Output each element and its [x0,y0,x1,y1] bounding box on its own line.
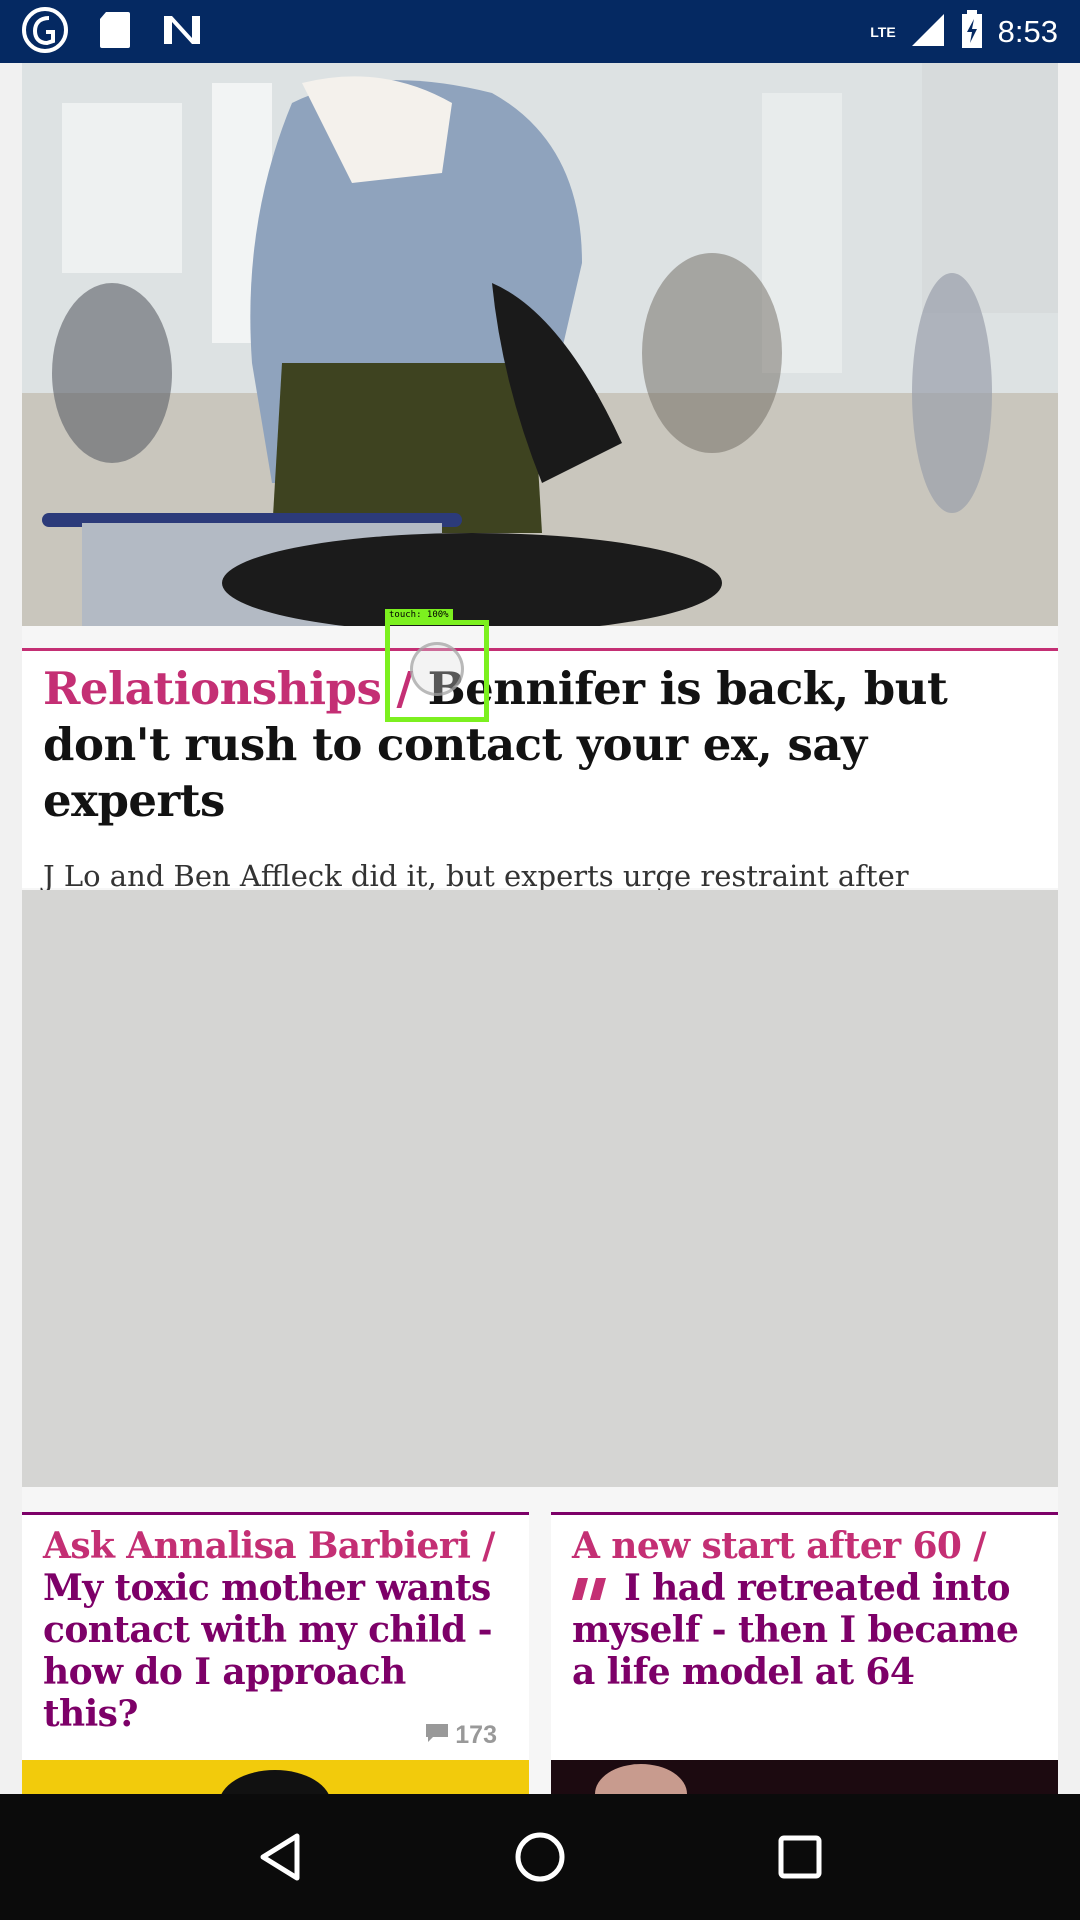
home-icon [515,1832,565,1882]
network-type: LTE [870,23,896,40]
signal-icon [910,12,946,52]
home-button[interactable] [495,1812,585,1902]
card-thumbnail[interactable] [551,1760,1058,1794]
news-feed[interactable]: Relationships / Bennifer is back, but do… [0,63,1080,1794]
clock: 8:53 [997,13,1058,49]
feed-gutter [0,63,22,1794]
comment-count: 173 [425,1721,497,1750]
hero-headline: Relationships / Bennifer is back, but do… [43,661,1036,829]
article-card-annalisa[interactable]: Ask Annalisa Barbieri / My toxic mother … [22,1512,529,1794]
hero-kicker: Relationships / [43,662,428,715]
card-kicker: Ask Annalisa Barbieri / [43,1525,495,1567]
recents-button[interactable] [755,1812,845,1902]
sd-card-icon [98,10,132,54]
card-headline: A new start after 60 / I had retreated i… [572,1525,1037,1693]
news-app-icon [162,12,202,52]
hero-article-card[interactable]: Relationships / Bennifer is back, but do… [22,648,1058,928]
status-bar: LTE 8:53 [0,0,1080,63]
card-thumbnail[interactable] [22,1760,529,1794]
touch-label: touch: 100% [385,609,453,621]
article-card-life-model[interactable]: A new start after 60 / I had retreated i… [551,1512,1058,1794]
ad-placeholder [22,890,1058,1487]
card-headline-text: I had retreated into myself - then I bec… [572,1567,1019,1693]
comment-icon [425,1721,449,1750]
touch-highlight-box [385,620,489,722]
card-kicker: A new start after 60 / [572,1525,986,1567]
card-headline-text: My toxic mother wants contact with my ch… [43,1567,493,1735]
comment-count-value: 173 [455,1721,497,1749]
navigation-bar [0,1794,1080,1920]
recents-icon [778,1835,822,1879]
back-icon [260,1833,300,1881]
quote-icon [572,1567,612,1609]
feed-gutter [1058,63,1080,1794]
guardian-logo-icon [22,6,68,57]
card-headline: Ask Annalisa Barbieri / My toxic mother … [43,1525,508,1735]
hero-image[interactable] [22,63,1058,626]
back-button[interactable] [235,1812,325,1902]
battery-charging-icon [960,9,984,54]
